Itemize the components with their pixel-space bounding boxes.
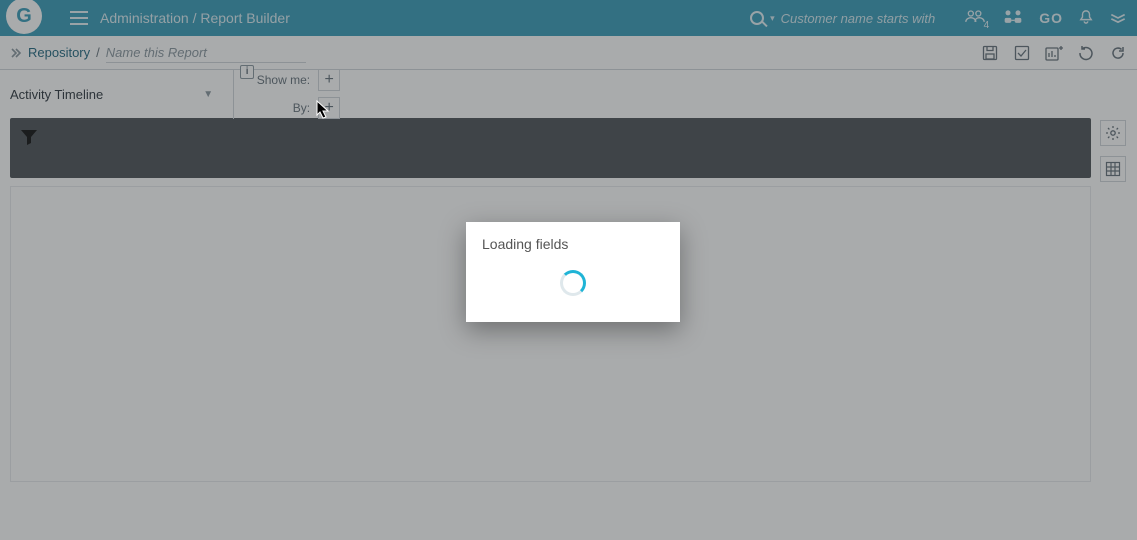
spinner-icon <box>560 270 586 296</box>
loading-modal-title: Loading fields <box>482 236 664 252</box>
loading-modal: Loading fields <box>466 222 680 322</box>
